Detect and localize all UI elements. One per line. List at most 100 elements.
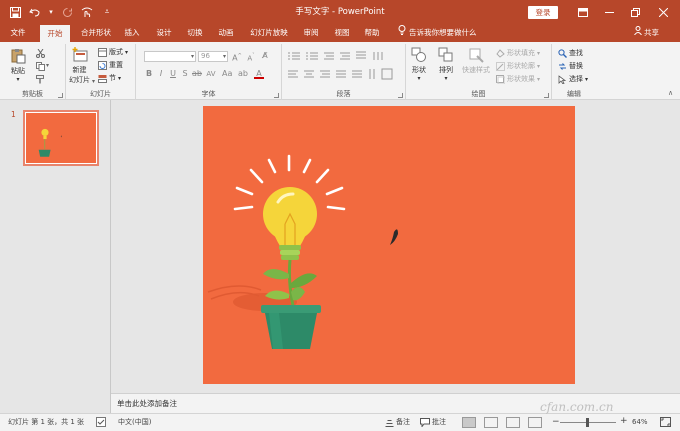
- replace-button[interactable]: 替换: [558, 61, 583, 71]
- login-button[interactable]: 登录: [528, 6, 558, 19]
- find-label: 查找: [569, 49, 583, 57]
- lightbulb-plant-illustration: [207, 154, 398, 349]
- close-icon[interactable]: [650, 0, 676, 24]
- editing-group: 查找 替换 选择 ▾ 编辑: [552, 44, 596, 100]
- drawing-group-label: 绘图: [471, 90, 486, 98]
- language-indicator[interactable]: 中文(中国): [118, 414, 151, 431]
- paste-button[interactable]: 粘贴 ▾: [10, 48, 26, 83]
- notes-toggle-button[interactable]: 备注: [385, 414, 410, 431]
- copy-icon[interactable]: [36, 62, 45, 71]
- tab-review[interactable]: 审阅: [300, 24, 322, 42]
- highlight-icon[interactable]: ab: [238, 69, 248, 79]
- clear-formatting-icon[interactable]: A̸: [260, 51, 270, 61]
- normal-view-icon[interactable]: [462, 417, 476, 428]
- paragraph-launcher-icon[interactable]: [398, 93, 403, 98]
- reading-view-icon[interactable]: [506, 417, 520, 428]
- slide-thumbnail[interactable]: [23, 110, 99, 166]
- shape-outline-button[interactable]: 形状轮廓 ▾: [496, 61, 540, 71]
- slide-thumbnail-pane: 1: [0, 100, 111, 413]
- notes-icon: [385, 419, 394, 427]
- paste-dropdown-icon[interactable]: ▾: [16, 76, 19, 83]
- shapes-button[interactable]: 形状 ▾: [411, 47, 427, 82]
- shapes-icon: [411, 47, 426, 62]
- minimize-icon[interactable]: [596, 0, 622, 24]
- new-slide-label-line1: 新建: [72, 66, 87, 74]
- clipboard-launcher-icon[interactable]: [58, 93, 63, 98]
- drawing-launcher-icon[interactable]: [544, 93, 549, 98]
- current-slide[interactable]: [203, 106, 575, 384]
- grow-font-icon[interactable]: A^: [232, 51, 242, 63]
- section-button[interactable]: 节 ▾: [98, 73, 121, 83]
- find-button[interactable]: 查找: [558, 48, 583, 58]
- tab-view[interactable]: 视图: [331, 24, 353, 42]
- title-bar: ▾ ⩡ 手写文字 - PowerPoint 登录: [0, 0, 680, 24]
- tell-me-search[interactable]: 告诉我你想要做什么: [398, 24, 477, 42]
- ribbon-display-options-icon[interactable]: [570, 0, 596, 24]
- fit-to-window-icon[interactable]: [660, 417, 671, 429]
- bold-icon[interactable]: B: [144, 69, 154, 79]
- format-painter-icon[interactable]: [36, 75, 45, 84]
- paragraph-controls[interactable]: [288, 51, 398, 81]
- tab-merge-shapes[interactable]: 合并形状: [77, 24, 115, 42]
- restore-icon[interactable]: [622, 0, 648, 24]
- collapse-ribbon-icon[interactable]: ∧: [668, 89, 673, 97]
- slides-group: 新建 幻灯片 ▾ 版式 ▾ 重置 节 ▾ 幻灯片: [66, 44, 136, 100]
- tab-slideshow[interactable]: 幻灯片放映: [246, 24, 292, 42]
- font-launcher-icon[interactable]: [274, 93, 279, 98]
- shrink-font-icon[interactable]: Aˇ: [246, 51, 256, 62]
- tab-design[interactable]: 设计: [153, 24, 175, 42]
- tab-file[interactable]: 文件: [6, 24, 30, 42]
- copy-dropdown-icon[interactable]: ▾: [46, 62, 49, 69]
- character-spacing-icon[interactable]: AV: [206, 69, 216, 79]
- paragraph-group-label: 段落: [336, 90, 351, 98]
- shape-effects-button[interactable]: 形状效果 ▾: [496, 74, 540, 84]
- font-color-icon[interactable]: A: [254, 69, 264, 79]
- replace-label: 替换: [569, 62, 583, 70]
- tab-insert[interactable]: 插入: [121, 24, 143, 42]
- paragraph-group: 段落: [282, 44, 406, 100]
- shape-effects-label: 形状效果: [507, 75, 535, 83]
- shadow-icon[interactable]: S: [180, 69, 190, 79]
- tab-transitions[interactable]: 切换: [184, 24, 206, 42]
- new-slide-dropdown-icon[interactable]: ▾: [92, 78, 95, 85]
- slide-counter: 幻灯片 第 1 张，共 1 张: [8, 418, 85, 426]
- zoom-slider-thumb[interactable]: [586, 418, 589, 427]
- slideshow-view-icon[interactable]: [528, 417, 542, 428]
- zoom-out-icon[interactable]: −: [552, 417, 560, 427]
- share-button[interactable]: 共享: [634, 24, 659, 42]
- italic-icon[interactable]: I: [156, 69, 166, 79]
- select-button[interactable]: 选择 ▾: [558, 74, 588, 84]
- font-size-combo[interactable]: 96 ▾: [198, 51, 228, 62]
- shape-outline-icon: [496, 61, 505, 71]
- section-label: 节: [109, 74, 116, 82]
- slide-sorter-view-icon[interactable]: [484, 417, 498, 428]
- new-slide-button[interactable]: 新建 幻灯片: [69, 47, 90, 85]
- tab-help[interactable]: 帮助: [361, 24, 383, 42]
- new-slide-label-line2: 幻灯片: [69, 76, 90, 84]
- shapes-label: 形状: [412, 66, 426, 74]
- editing-group-label: 编辑: [567, 90, 581, 98]
- font-name-combo[interactable]: ▾: [144, 51, 196, 62]
- zoom-in-icon[interactable]: +: [620, 416, 628, 426]
- section-icon: [98, 74, 107, 83]
- strikethrough-icon[interactable]: ab: [192, 69, 202, 79]
- tab-animations[interactable]: 动画: [215, 24, 237, 42]
- arrange-button[interactable]: 排列 ▾: [438, 47, 454, 82]
- cut-icon[interactable]: [36, 48, 45, 58]
- layout-button[interactable]: 版式 ▾: [98, 47, 128, 57]
- change-case-icon[interactable]: Aa: [222, 69, 232, 79]
- zoom-level[interactable]: 64%: [632, 414, 648, 431]
- share-label: 共享: [644, 28, 659, 37]
- spelling-icon[interactable]: [96, 417, 106, 429]
- font-group-label: 字体: [201, 90, 216, 98]
- underline-icon[interactable]: U: [168, 69, 178, 79]
- comments-button[interactable]: 批注: [420, 414, 446, 431]
- reset-button[interactable]: 重置: [98, 60, 123, 70]
- shape-fill-button[interactable]: 形状填充 ▾: [496, 48, 540, 58]
- arrange-icon: [438, 47, 453, 62]
- quick-styles-button[interactable]: 快速样式: [462, 47, 490, 75]
- shape-outline-label: 形状轮廓: [507, 62, 535, 70]
- tab-home[interactable]: 开始: [40, 25, 70, 42]
- layout-icon: [98, 47, 107, 57]
- slide-editing-area: [111, 100, 680, 393]
